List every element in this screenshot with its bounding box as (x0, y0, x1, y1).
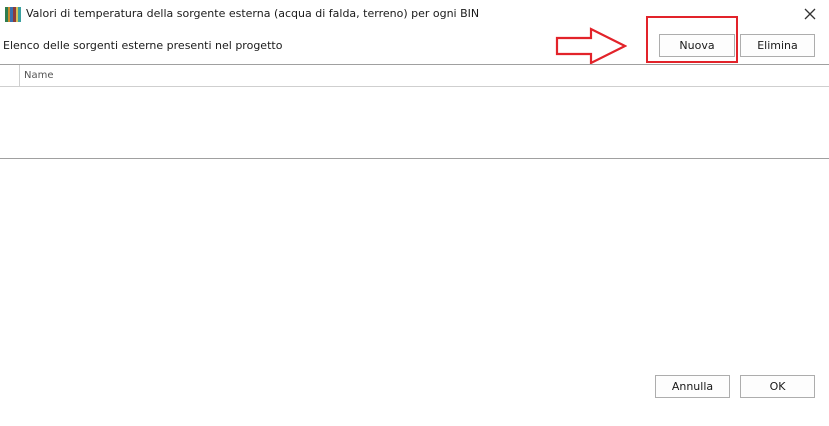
delete-button[interactable]: Elimina (740, 34, 815, 57)
app-icon (5, 7, 22, 22)
sources-list-label: Elenco delle sorgenti esterne presenti n… (3, 39, 283, 52)
close-button[interactable] (799, 4, 821, 24)
ok-button[interactable]: OK (740, 375, 815, 398)
dialog-window: Valori di temperatura della sorgente est… (0, 0, 829, 426)
new-button[interactable]: Nuova (659, 34, 735, 57)
close-icon (804, 8, 816, 20)
window-title: Valori di temperatura della sorgente est… (26, 7, 480, 20)
cancel-button[interactable]: Annulla (655, 375, 730, 398)
column-header-name[interactable]: Name (24, 70, 54, 81)
row-indicator-header (0, 65, 20, 87)
red-arrow-annotation (555, 27, 627, 65)
grid-header: Name (0, 65, 829, 87)
sources-grid[interactable]: Name (0, 64, 829, 159)
